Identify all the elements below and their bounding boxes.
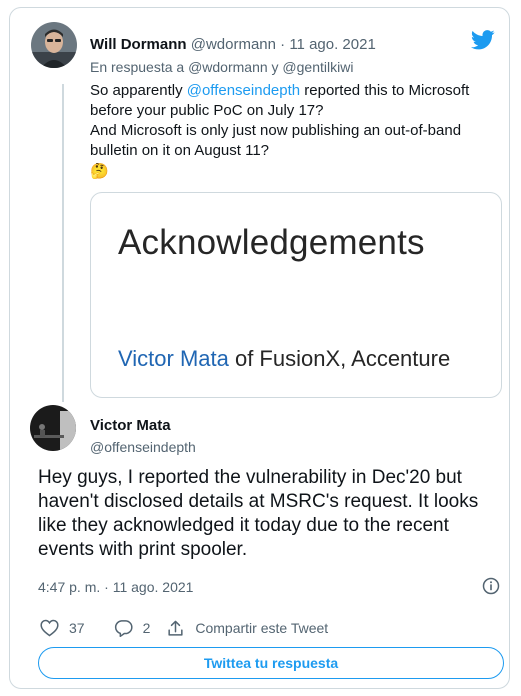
tweet-time: 4:47 p. m. [38, 579, 101, 595]
tweet-image-attachment[interactable]: Acknowledgements Victor Mata of FusionX,… [90, 192, 502, 398]
tweet-your-reply-button[interactable]: Twittea tu respuesta [38, 647, 504, 679]
victor-mata-avatar[interactable] [30, 405, 76, 451]
reply-mention-2[interactable]: @gentilkiwi [282, 59, 353, 75]
tweet-date: 11 ago. 2021 [112, 579, 194, 595]
reply-count: 2 [142, 620, 151, 636]
text-line-1: So apparently @offenseindepth reported t… [90, 81, 500, 101]
text-line: like they acknowledged it today due to t… [38, 515, 449, 536]
image-credit-name: Victor Mata [118, 346, 229, 371]
author-name[interactable]: Will Dormann [90, 36, 187, 53]
share-icon [168, 620, 183, 636]
like-count: 37 [69, 620, 85, 636]
info-icon[interactable] [482, 577, 500, 600]
image-credit: Victor Mata of FusionX, Accenture [118, 346, 450, 372]
tweet-date[interactable]: 11 ago. 2021 [289, 36, 375, 53]
parent-tweet-text: So apparently @offenseindepth reported t… [90, 81, 500, 182]
parent-tweet-header: Will Dormann @wdormann · 11 ago. 2021 [90, 36, 376, 53]
reply-prefix: En respuesta a [90, 59, 189, 75]
image-title: Acknowledgements [118, 223, 425, 262]
tweet-actions: 37 2 Compartir este Tweet [40, 617, 328, 639]
text-line-2: before your public PoC on July 17? [90, 102, 324, 119]
main-author-handle[interactable]: @offenseindepth [90, 439, 196, 455]
main-tweet-text: Hey guys, I reported the vulnerability i… [38, 466, 508, 562]
heart-icon [40, 619, 59, 637]
thread-connector-line [62, 84, 64, 402]
reply-count-button[interactable]: 2 [114, 619, 151, 637]
like-button[interactable]: 37 [40, 619, 85, 637]
header-separator: · [275, 36, 290, 53]
text-line-3: And Microsoft is only just now publishin… [90, 122, 462, 139]
reply-joiner: y [267, 59, 283, 75]
text-segment: So apparently [90, 82, 187, 99]
text-line: haven't disclosed details at MSRC's requ… [38, 491, 479, 512]
image-credit-rest: of FusionX, Accenture [228, 346, 451, 371]
text-line-4: bulletin on it on August 11? [90, 142, 270, 159]
tweet-embed-card: Will Dormann @wdormann · 11 ago. 2021 En… [9, 7, 510, 689]
mention-link[interactable]: @offenseindepth [187, 82, 300, 99]
share-label: Compartir este Tweet [195, 620, 329, 636]
share-button[interactable]: Compartir este Tweet [166, 619, 328, 638]
reply-mention-1[interactable]: @wdormann [188, 59, 268, 75]
tweet-timestamp[interactable]: 4:47 p. m. · 11 ago. 2021 [38, 579, 193, 595]
text-line: events with print spooler. [38, 539, 248, 560]
main-author-name[interactable]: Victor Mata [90, 417, 171, 434]
will-dormann-avatar[interactable] [31, 22, 77, 68]
timestamp-separator: · [100, 579, 113, 595]
thinking-face-emoji: 🤔 [90, 163, 109, 180]
reply-context: En respuesta a @wdormann y @gentilkiwi [90, 59, 353, 75]
twitter-bird-icon[interactable] [470, 30, 495, 55]
author-handle[interactable]: @wdormann [191, 36, 276, 53]
text-segment: reported this to Microsoft [300, 82, 470, 99]
text-line: Hey guys, I reported the vulnerability i… [38, 467, 462, 488]
reply-icon [114, 620, 133, 637]
